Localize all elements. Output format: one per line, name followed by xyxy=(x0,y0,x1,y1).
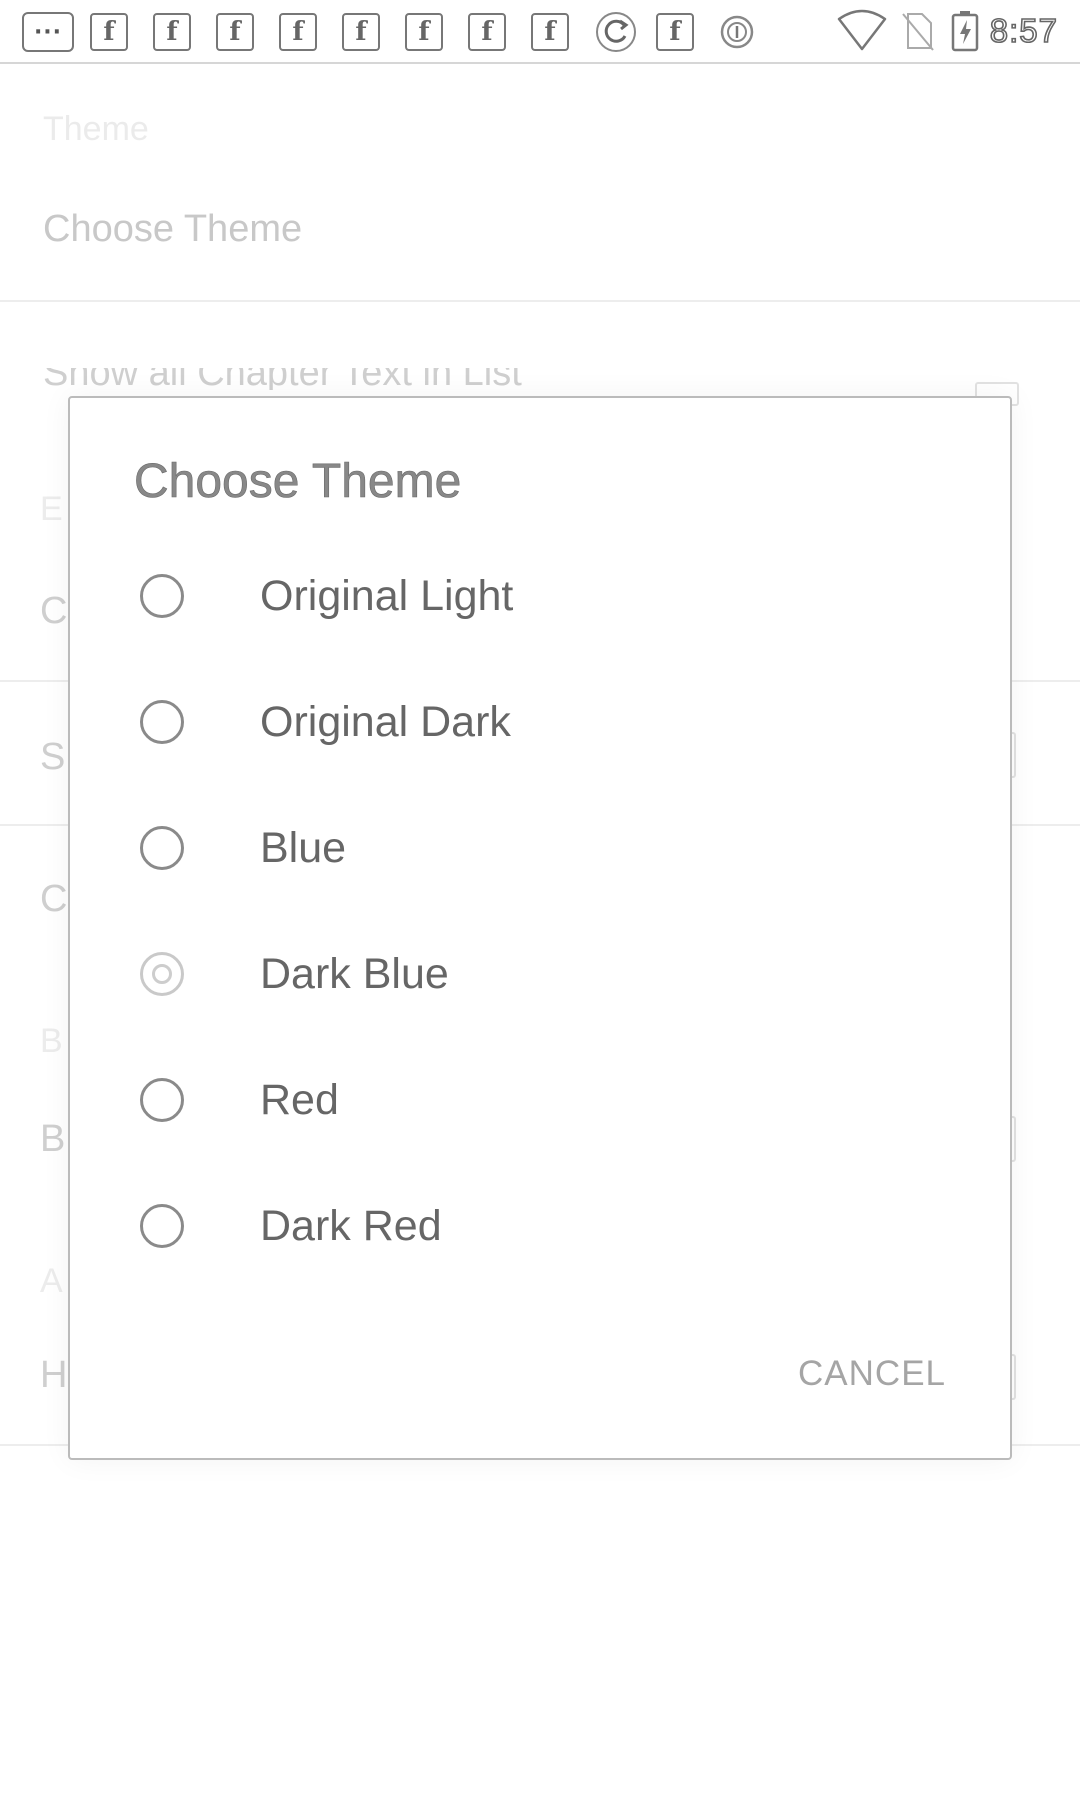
facebook-icon: f xyxy=(531,13,569,51)
theme-option-dark-blue[interactable]: Dark Blue xyxy=(70,911,1010,1037)
no-sim-icon xyxy=(901,13,934,51)
cancel-button[interactable]: CANCEL xyxy=(798,1346,946,1402)
radio-unselected-icon[interactable] xyxy=(140,574,184,618)
category-stub: B xyxy=(40,1022,63,1060)
facebook-icon: f xyxy=(216,13,254,51)
theme-option-red[interactable]: Red xyxy=(70,1037,1010,1163)
facebook-icon: f xyxy=(342,13,380,51)
choose-theme-dialog: Choose Theme Original Light Original Dark… xyxy=(68,396,1012,1460)
system-icons: 8:57 xyxy=(836,8,1058,54)
more-notifications-icon: ··· xyxy=(22,12,74,52)
dialog-title: Choose Theme xyxy=(134,455,462,509)
facebook-icon: f xyxy=(405,13,443,51)
option-label: Dark Red xyxy=(260,1201,442,1250)
category-theme: Theme xyxy=(43,110,149,148)
battery-charging-icon xyxy=(951,11,979,52)
theme-option-original-dark[interactable]: Original Dark xyxy=(70,659,1010,785)
option-label: Dark Blue xyxy=(260,949,449,998)
wifi-icon xyxy=(837,9,887,51)
divider xyxy=(0,300,1080,302)
radio-unselected-icon[interactable] xyxy=(140,1204,184,1248)
option-label: Red xyxy=(260,1075,339,1124)
circle-info-icon xyxy=(720,15,754,49)
notification-icons: ··· f f f f f f f f f xyxy=(22,10,755,54)
pref-stub[interactable]: H xyxy=(40,1354,67,1397)
option-label: Blue xyxy=(260,823,347,872)
radio-selected-icon[interactable] xyxy=(140,952,184,996)
theme-option-original-light[interactable]: Original Light xyxy=(70,533,1010,659)
theme-option-blue[interactable]: Blue xyxy=(70,785,1010,911)
pref-stub[interactable]: C xyxy=(40,878,67,921)
facebook-icon: f xyxy=(279,13,317,51)
status-bar: ··· f f f f f f f f f 8:57 xyxy=(0,0,1080,64)
option-label: Original Light xyxy=(260,571,514,620)
category-stub: E xyxy=(40,490,63,528)
sync-icon xyxy=(596,12,636,52)
pref-stub[interactable]: C xyxy=(40,590,67,633)
facebook-icon: f xyxy=(656,13,694,51)
pref-stub[interactable]: B xyxy=(40,1118,65,1161)
pref-stub[interactable]: S xyxy=(40,736,65,779)
radio-unselected-icon[interactable] xyxy=(140,700,184,744)
facebook-icon: f xyxy=(153,13,191,51)
clock: 8:57 xyxy=(989,11,1058,50)
category-stub: A xyxy=(40,1262,63,1300)
option-label: Original Dark xyxy=(260,697,511,746)
facebook-icon: f xyxy=(468,13,506,51)
pref-choose-theme[interactable]: Choose Theme xyxy=(43,208,302,251)
pref-show-chapter-text[interactable]: Show all Chapter Text in List xyxy=(43,368,522,390)
theme-option-dark-red[interactable]: Dark Red xyxy=(70,1163,1010,1289)
radio-unselected-icon[interactable] xyxy=(140,1078,184,1122)
radio-unselected-icon[interactable] xyxy=(140,826,184,870)
facebook-icon: f xyxy=(90,13,128,51)
